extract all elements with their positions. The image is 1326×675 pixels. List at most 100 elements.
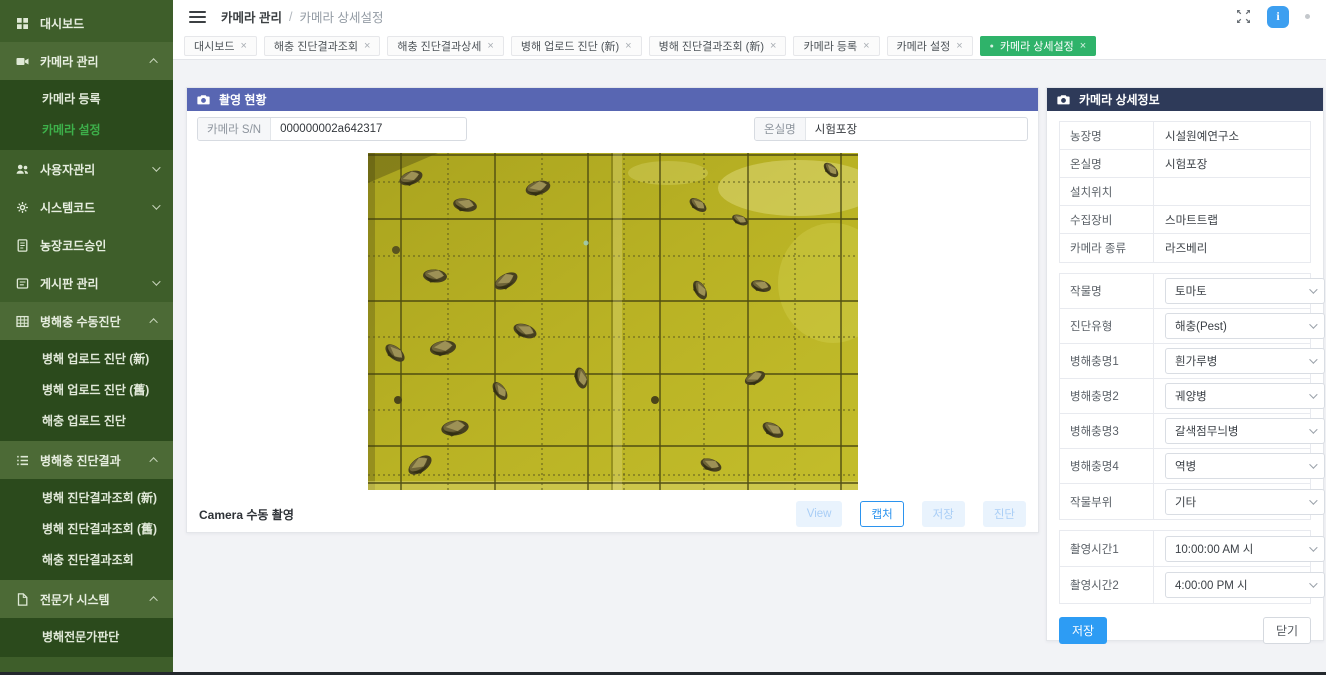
avatar[interactable]	[1305, 14, 1310, 19]
save-capture-button[interactable]: 저장	[922, 501, 965, 527]
sidebar-item-pest-manual-diagnosis[interactable]: 병해충 수동진단	[0, 302, 173, 340]
chevron-up-icon	[149, 318, 157, 326]
board-icon	[15, 276, 29, 290]
close-icon[interactable]: ×	[770, 40, 776, 52]
grid-table-icon	[15, 314, 29, 328]
save-button[interactable]: 저장	[1059, 617, 1107, 644]
sidebar-item-pest-results[interactable]: 해충 진단결과조회	[0, 545, 173, 576]
sidebar-item-board-management[interactable]: 게시판 관리	[0, 264, 173, 302]
sidebar-item-label: 게시판 관리	[40, 275, 141, 292]
view-button[interactable]: View	[796, 501, 843, 527]
greenhouse-name-value: 시험포장	[1154, 150, 1310, 177]
pest-name-1-select[interactable]: 흰가루병	[1165, 348, 1325, 374]
greenhouse-label: 온실명	[755, 118, 806, 140]
sidebar-item-disease-results-old[interactable]: 병해 진단결과조회 (舊)	[0, 514, 173, 545]
sidebar-item-label: 농장코드승인	[40, 237, 158, 254]
app-window: 대시보드 카메라 관리 카메라 등록 카메라 설정 사용자관리 시스템코드	[0, 0, 1326, 675]
tab-pest-results[interactable]: 해충 진단결과조회 ×	[264, 36, 380, 56]
tab-dashboard[interactable]: 대시보드 ×	[184, 36, 257, 56]
close-icon[interactable]: ×	[1080, 40, 1086, 52]
chevron-down-icon	[152, 163, 160, 171]
capture-button[interactable]: 캡처	[860, 501, 903, 527]
sidebar-item-label: 대시보드	[40, 15, 158, 32]
camera-icon	[197, 93, 210, 106]
sidebar-item-camera-register[interactable]: 카메라 등록	[0, 84, 173, 115]
crop-name-select[interactable]: 토마토	[1165, 278, 1325, 304]
camera-type-value: 라즈베리	[1154, 234, 1310, 262]
close-icon[interactable]: ×	[863, 40, 869, 52]
breadcrumb-section[interactable]: 카메라 관리	[221, 7, 282, 26]
pest-name-2-select[interactable]: 궤양병	[1165, 383, 1325, 409]
chevron-down-icon	[1309, 543, 1317, 551]
capture-time-1-select[interactable]: 10:00:00 AM 시	[1165, 536, 1325, 562]
tab-camera-detail-settings[interactable]: ● 카메라 상세설정 ×	[980, 36, 1097, 56]
table-row: 촬영시간2 4:00:00 PM 시	[1060, 567, 1310, 603]
chevron-down-icon	[152, 277, 160, 285]
chevron-down-icon	[1309, 579, 1317, 587]
sidebar-item-disease-results-new[interactable]: 병해 진단결과조회 (新)	[0, 483, 173, 514]
gear-icon	[15, 200, 29, 214]
capture-panel-header: 촬영 현황	[187, 88, 1038, 111]
chevron-down-icon	[1309, 390, 1317, 398]
close-icon[interactable]: ×	[625, 40, 631, 52]
crop-part-select[interactable]: 기타	[1165, 489, 1325, 515]
sidebar-item-pest-upload[interactable]: 해충 업로드 진단	[0, 406, 173, 437]
fullscreen-icon[interactable]	[1236, 9, 1251, 24]
sidebar-item-user-management[interactable]: 사용자관리	[0, 150, 173, 188]
camera-icon	[1057, 93, 1070, 106]
chevron-down-icon	[152, 201, 160, 209]
tab-disease-results-new[interactable]: 병해 진단결과조회 (新) ×	[649, 36, 787, 56]
sidebar-item-dashboard[interactable]: 대시보드	[0, 4, 173, 42]
capture-panel: 촬영 현황 카메라 S/N 000000002a642317 온실명 시험포장	[186, 87, 1039, 533]
close-icon[interactable]: ×	[364, 40, 370, 52]
chevron-down-icon	[1309, 355, 1317, 363]
sidebar-item-farm-code-approval[interactable]: 농장코드승인	[0, 226, 173, 264]
topbar: 카메라 관리 / 카메라 상세설정 i	[173, 0, 1326, 33]
detail-panel-header: 카메라 상세정보	[1047, 88, 1323, 111]
sidebar-item-camera-management[interactable]: 카메라 관리	[0, 42, 173, 80]
table-row: 설치위치	[1060, 178, 1310, 206]
capture-time-2-select[interactable]: 4:00:00 PM 시	[1165, 572, 1325, 598]
close-icon[interactable]: ×	[487, 40, 493, 52]
file-icon	[15, 592, 29, 606]
sidebar-item-diagnosis-results[interactable]: 병해충 진단결과	[0, 441, 173, 479]
menu-toggle-icon[interactable]	[189, 11, 206, 23]
greenhouse-input[interactable]: 시험포장	[806, 118, 1027, 140]
chevron-up-icon	[149, 457, 157, 465]
table-row: 촬영시간1 10:00:00 AM 시	[1060, 531, 1310, 567]
message-icon[interactable]: i	[1267, 6, 1289, 28]
sidebar-item-disease-upload-old[interactable]: 병해 업로드 진단 (舊)	[0, 375, 173, 406]
dashboard-icon	[15, 16, 29, 30]
sidebar-submenu-results: 병해 진단결과조회 (新) 병해 진단결과조회 (舊) 해충 진단결과조회	[0, 479, 173, 580]
sidebar-item-disease-upload-new[interactable]: 병해 업로드 진단 (新)	[0, 344, 173, 375]
diagnose-button[interactable]: 진단	[983, 501, 1026, 527]
table-row: 카메라 종류 라즈베리	[1060, 234, 1310, 262]
tab-pest-result-detail[interactable]: 해충 진단결과상세 ×	[387, 36, 503, 56]
sidebar-item-disease-expert-judgement[interactable]: 병해전문가판단	[0, 622, 173, 653]
close-icon[interactable]: ×	[956, 40, 962, 52]
chevron-up-icon	[149, 58, 157, 66]
close-button[interactable]: 닫기	[1263, 617, 1311, 644]
camera-detail-panel: 카메라 상세정보 농장명 시설원예연구소 온실명 시험포장 설치위치 수집장비	[1046, 87, 1324, 641]
tab-camera-register[interactable]: 카메라 등록 ×	[793, 36, 879, 56]
main-area: 카메라 관리 / 카메라 상세설정 i 대시보드 × 해충 진	[173, 0, 1326, 675]
camera-sn-input[interactable]: 000000002a642317	[271, 118, 466, 140]
collector-device-value: 스마트트랩	[1154, 206, 1310, 233]
sidebar-item-expert-system[interactable]: 전문가 시스템	[0, 580, 173, 618]
close-icon[interactable]: ×	[240, 40, 246, 52]
chevron-down-icon	[1309, 425, 1317, 433]
sidebar-item-system-code[interactable]: 시스템코드	[0, 188, 173, 226]
table-row: 병해충명4 역병	[1060, 449, 1310, 484]
tab-disease-upload-new[interactable]: 병해 업로드 진단 (新) ×	[511, 36, 642, 56]
pest-name-3-select[interactable]: 갈색점무늬병	[1165, 418, 1325, 444]
sidebar-item-camera-settings[interactable]: 카메라 설정	[0, 115, 173, 146]
install-location-value	[1154, 178, 1310, 205]
sidebar-item-label: 사용자관리	[40, 161, 141, 178]
content-area: 촬영 현황 카메라 S/N 000000002a642317 온실명 시험포장	[173, 60, 1326, 675]
pest-name-4-select[interactable]: 역병	[1165, 453, 1325, 479]
greenhouse-field: 온실명 시험포장	[754, 117, 1028, 141]
table-row: 작물부위 기타	[1060, 484, 1310, 519]
diagnosis-type-select[interactable]: 해충(Pest)	[1165, 313, 1325, 339]
tab-camera-settings[interactable]: 카메라 설정 ×	[887, 36, 973, 56]
chevron-down-icon	[1309, 285, 1317, 293]
